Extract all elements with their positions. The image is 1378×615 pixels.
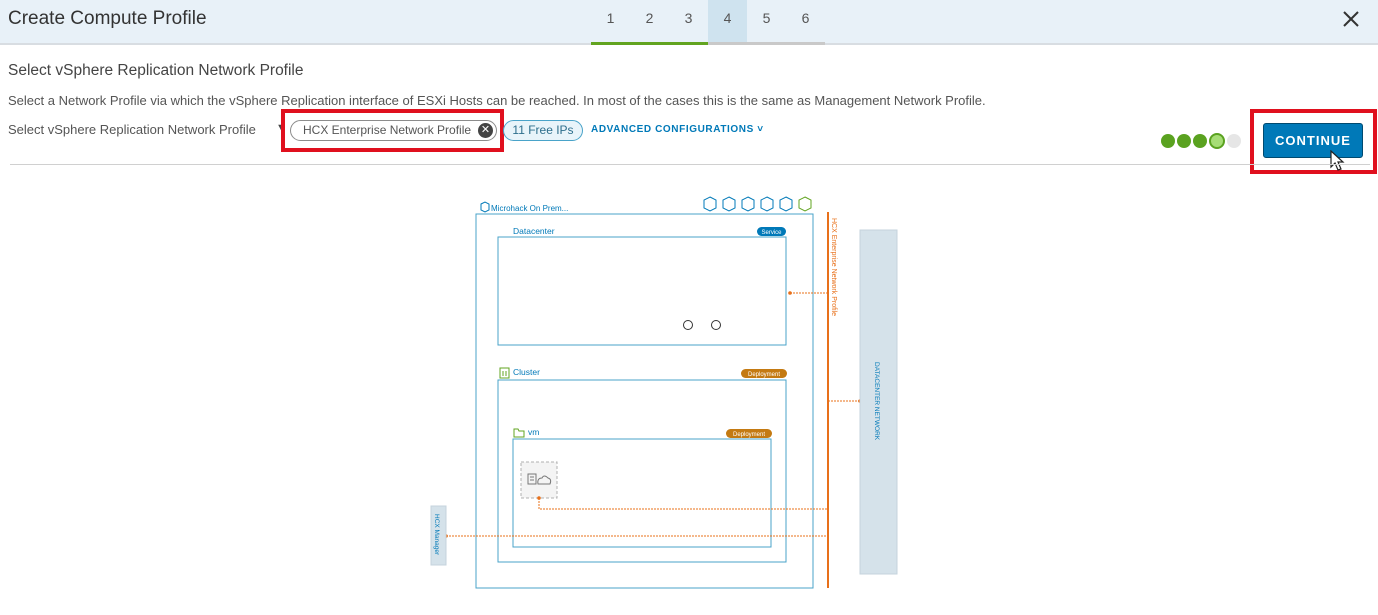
cluster-icon	[499, 367, 510, 379]
appliance-connection	[538, 498, 828, 510]
status-circle	[711, 320, 721, 330]
progress-dot-pending	[1227, 134, 1241, 148]
mouse-cursor-icon	[1330, 150, 1345, 171]
progress-dot-complete	[1161, 134, 1175, 148]
folder-icon	[513, 428, 525, 438]
vm-folder-box	[512, 438, 772, 548]
service-icon	[703, 196, 717, 212]
page-title: Create Compute Profile	[8, 8, 207, 29]
datacenter-label: Datacenter	[513, 226, 555, 236]
service-icon	[760, 196, 774, 212]
network-profile-chip[interactable]: HCX Enterprise Network Profile ✕	[290, 120, 497, 141]
network-profile-chip-label: HCX Enterprise Network Profile	[303, 123, 472, 137]
service-icon	[722, 196, 736, 212]
hcx-manager-node[interactable]	[430, 505, 447, 566]
connection-point	[788, 291, 792, 295]
status-circle	[683, 320, 693, 330]
service-badge	[757, 227, 786, 236]
progress-dot-current	[1209, 133, 1225, 149]
service-icon	[779, 196, 793, 212]
site-icon	[480, 201, 490, 213]
wizard-header: Create Compute Profile 1 2 3 4 5 6	[0, 0, 1378, 45]
step-5[interactable]: 5	[747, 0, 786, 45]
service-badge-label: Service	[761, 230, 782, 236]
progress-dot-complete	[1193, 134, 1207, 148]
step-navigation: 1 2 3 4 5 6	[591, 0, 825, 45]
advanced-configurations-link[interactable]: ADVANCED CONFIGURATIONS ˅	[591, 124, 764, 135]
deployment-badge	[741, 369, 787, 378]
step-4[interactable]: 4	[708, 0, 747, 45]
appliance-placeholder	[520, 461, 558, 499]
step-3[interactable]: 3	[669, 0, 708, 45]
advanced-configurations-label: ADVANCED CONFIGURATIONS	[591, 124, 754, 135]
service-icons	[703, 196, 812, 212]
site-name: Microhack On Prem...	[491, 204, 568, 213]
section-title: Select vSphere Replication Network Profi…	[8, 62, 304, 79]
divider	[10, 164, 1370, 165]
free-ips-badge: 11 Free IPs	[503, 120, 583, 141]
cluster-box	[497, 379, 787, 563]
section-description: Select a Network Profile via which the v…	[8, 93, 986, 108]
service-icon	[741, 196, 755, 212]
progress-dot-complete	[1177, 134, 1191, 148]
deployment-badge	[726, 429, 772, 438]
close-icon[interactable]	[1338, 6, 1364, 32]
progress-dots	[1161, 133, 1241, 149]
service-icon	[798, 196, 812, 212]
datacenter-box	[497, 236, 787, 346]
select-profile-label: Select vSphere Replication Network Profi…	[8, 122, 256, 137]
continue-button[interactable]: CONTINUE	[1263, 123, 1363, 158]
datacenter-network-bar[interactable]	[859, 229, 898, 575]
server-cloud-icon	[527, 473, 552, 485]
step-6[interactable]: 6	[786, 0, 825, 45]
connection-point	[537, 496, 541, 500]
site-container	[475, 213, 814, 589]
step-2[interactable]: 2	[630, 0, 669, 45]
deployment-badge-label: Deployment	[748, 372, 780, 378]
vm-folder-label: vm	[528, 427, 539, 437]
deployment-badge-label: Deployment	[733, 432, 765, 438]
chevron-down-icon: ˅	[757, 124, 764, 135]
remove-chip-icon[interactable]: ✕	[478, 123, 493, 138]
step-1[interactable]: 1	[591, 0, 630, 45]
cluster-label: Cluster	[513, 367, 540, 377]
network-profile-label: HCX Enterprise Network Profile	[830, 218, 837, 316]
